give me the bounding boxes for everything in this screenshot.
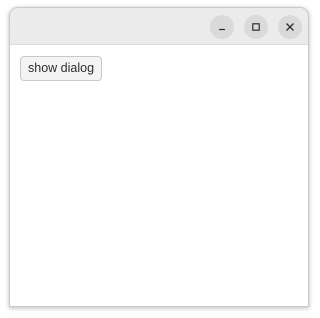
window-controls: [210, 15, 302, 39]
maximize-button[interactable]: [244, 15, 268, 39]
minimize-button[interactable]: [210, 15, 234, 39]
window-content: show dialog: [10, 45, 308, 306]
titlebar[interactable]: [10, 8, 308, 45]
minimize-icon: [219, 28, 225, 31]
close-icon: [286, 23, 294, 31]
app-window: show dialog: [9, 7, 309, 307]
show-dialog-button[interactable]: show dialog: [20, 56, 103, 81]
close-button[interactable]: [278, 15, 302, 39]
maximize-icon: [252, 23, 260, 31]
